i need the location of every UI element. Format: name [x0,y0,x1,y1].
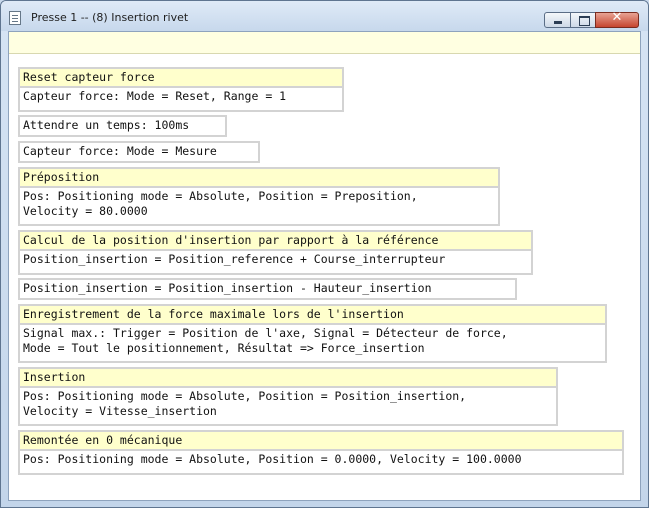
step-body: Signal max.: Trigger = Position de l'axe… [23,326,508,355]
step-body: Capteur force: Mode = Reset, Range = 1 [23,89,287,103]
step-remontee[interactable]: Remontée en 0 mécanique Pos: Positioning… [18,430,624,475]
step-body: Pos: Positioning mode = Absolute, Positi… [23,189,418,218]
step-enregistrement-force[interactable]: Enregistrement de la force maximale lors… [18,304,607,363]
step-title: Enregistrement de la force maximale lors… [20,306,605,325]
step-calcul-position[interactable]: Calcul de la position d'insertion par ra… [18,230,533,275]
close-icon: ✕ [611,10,623,25]
title-bar[interactable]: Presse 1 -- (8) Insertion rivet ✕ [1,1,648,31]
sequence-panel: Reset capteur force Capteur force: Mode … [8,31,641,501]
step-body: Position_insertion = Position_reference … [23,252,446,266]
step-body: Capteur force: Mode = Mesure [23,144,217,158]
step-title: Insertion [20,369,556,388]
step-title: Remontée en 0 mécanique [20,432,622,451]
step-body: Position_insertion = Position_insertion … [23,281,432,295]
step-title: Préposition [20,169,498,188]
minimize-icon [554,21,562,24]
step-body: Pos: Positioning mode = Absolute, Positi… [23,389,467,418]
step-reset-capteur[interactable]: Reset capteur force Capteur force: Mode … [18,67,344,112]
step-title: Reset capteur force [20,69,342,88]
step-insertion[interactable]: Insertion Pos: Positioning mode = Absolu… [18,367,558,426]
step-preposition[interactable]: Préposition Pos: Positioning mode = Abso… [18,167,500,226]
maximize-button[interactable] [570,12,596,28]
document-icon[interactable] [9,11,21,25]
minimize-button[interactable] [544,12,571,28]
step-body: Pos: Positioning mode = Absolute, Positi… [23,452,522,466]
step-attendre[interactable]: Attendre un temps: 100ms [18,115,227,137]
editor-window: Presse 1 -- (8) Insertion rivet ✕ Reset … [0,0,649,508]
window-title: Presse 1 -- (8) Insertion rivet [31,11,189,24]
maximize-icon [579,16,590,26]
close-button[interactable]: ✕ [595,10,639,28]
step-body: Attendre un temps: 100ms [23,118,190,132]
step-capteur-mesure[interactable]: Capteur force: Mode = Mesure [18,141,260,163]
info-bar [9,32,640,54]
step-position-insertion[interactable]: Position_insertion = Position_insertion … [18,278,517,300]
step-title: Calcul de la position d'insertion par ra… [20,232,531,251]
